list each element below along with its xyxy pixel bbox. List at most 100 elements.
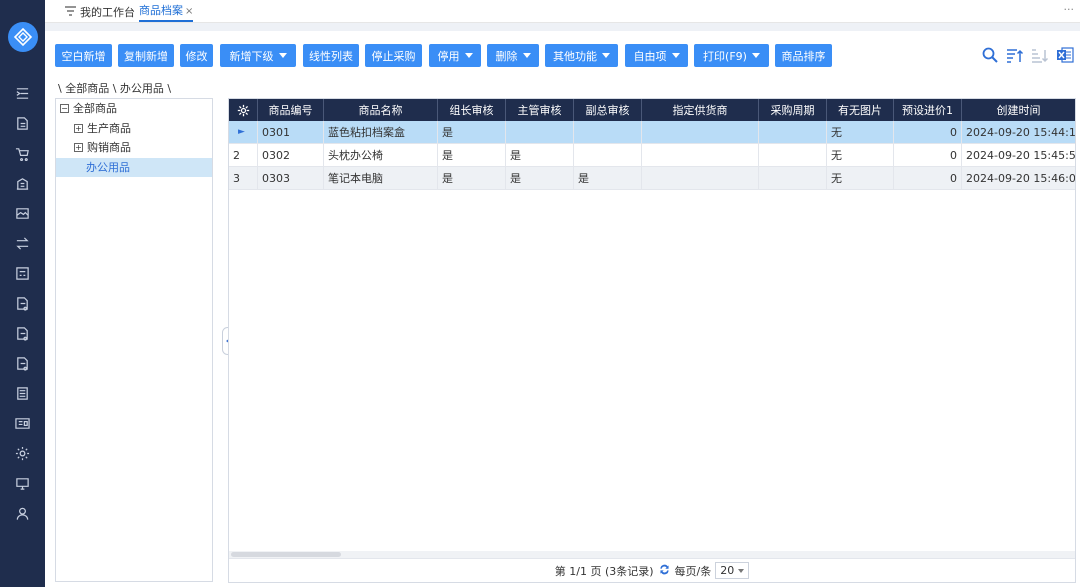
other-functions-dropdown-button[interactable]: 其他功能 [545,44,618,67]
cell-created-time[interactable]: 2024-09-20 15:44:13 [962,121,1075,143]
scrollbar-thumb[interactable] [231,552,341,557]
cell-vp-review[interactable]: 是 [574,167,642,189]
tab-home[interactable]: 我的工作台 [65,4,135,22]
cell-code[interactable]: 0301 [258,121,324,143]
report-icon[interactable] [14,295,31,312]
chevron-down-icon [738,568,745,573]
product-sort-button[interactable]: 商品排序 [775,44,832,67]
table-row[interactable]: 2 0302 头枕办公椅 是 是 无 0 2024-09-20 15:45:55 [229,144,1075,167]
id-card-icon[interactable] [14,415,31,432]
column-header[interactable]: 指定供货商 [642,99,759,121]
cell-supplier[interactable] [642,144,759,166]
cell-leader-review[interactable]: 是 [438,121,506,143]
cell-leader-review[interactable]: 是 [438,144,506,166]
linear-list-button[interactable]: 线性列表 [303,44,359,67]
image-icon[interactable] [14,205,31,222]
cell-created-time[interactable]: 2024-09-20 15:45:55 [962,144,1075,166]
menu-toggle-icon[interactable] [14,85,31,102]
gear-icon[interactable] [14,445,31,462]
add-child-dropdown-button[interactable]: 新增下级 [220,44,296,67]
column-header[interactable]: 采购周期 [759,99,827,121]
column-header[interactable]: 创建时间 [962,99,1075,121]
pagination-footer: 第 1/1 页 (3条记录) 每页/条 20 [229,558,1075,582]
user-icon[interactable] [14,505,31,522]
expand-icon[interactable]: + [74,143,83,152]
building-icon[interactable] [14,175,31,192]
free-items-dropdown-button[interactable]: 自由项 [625,44,688,67]
column-header[interactable]: 主管审核 [506,99,574,121]
cell-code[interactable]: 0302 [258,144,324,166]
print-dropdown-button[interactable]: 打印(F9) [694,44,769,67]
page-size-select[interactable]: 20 [715,562,750,579]
cell-supplier[interactable] [642,121,759,143]
monitor-icon[interactable] [14,475,31,492]
edit-button[interactable]: 修改 [180,44,213,67]
cell-manager-review[interactable]: 是 [506,144,574,166]
column-header[interactable]: 组长审核 [438,99,506,121]
cart-icon[interactable] [14,145,31,162]
product-grid: 商品编号 商品名称 组长审核 主管审核 副总审核 指定供货商 采购周期 有无图片… [228,98,1076,583]
collapse-icon[interactable]: − [60,104,69,113]
table-row[interactable]: 3 0303 笔记本电脑 是 是 是 无 0 2024-09-20 15:46:… [229,167,1075,190]
column-header[interactable]: 有无图片 [827,99,894,121]
cell-name[interactable]: 蓝色粘扣档案盒 [324,121,438,143]
cell-purchase-cycle[interactable] [759,167,827,189]
category-tree: − 全部商品 + 生产商品 + 购销商品 办公用品 [55,98,213,582]
row-index: 2 [229,144,258,166]
column-header[interactable]: 商品编号 [258,99,324,121]
tab-close-icon[interactable]: × [185,6,193,17]
list-icon[interactable] [14,385,31,402]
cell-leader-review[interactable]: 是 [438,167,506,189]
stop-purchase-button[interactable]: 停止采购 [365,44,422,67]
refresh-icon[interactable] [658,563,671,579]
cell-manager-review[interactable]: 是 [506,167,574,189]
column-header[interactable]: 商品名称 [324,99,438,121]
tree-item-office-supplies[interactable]: 办公用品 [56,158,212,177]
transfer-icon[interactable] [14,235,31,252]
blank-new-button[interactable]: 空白新增 [55,44,112,67]
cell-preset-price[interactable]: 0 [894,167,962,189]
chevron-down-icon [602,53,610,58]
column-header[interactable]: 预设进价1 [894,99,962,121]
copy-new-button[interactable]: 复制新增 [118,44,174,67]
column-settings-icon[interactable] [229,99,258,121]
tree-item-production-goods[interactable]: + 生产商品 [56,119,212,138]
more-options-icon[interactable]: ··· [1064,3,1075,16]
cell-preset-price[interactable]: 0 [894,144,962,166]
tab-product-archive[interactable]: 商品档案 × [139,4,194,22]
cell-name[interactable]: 头枕办公椅 [324,144,438,166]
document-icon[interactable] [14,115,31,132]
calculator-icon[interactable] [14,265,31,282]
cell-vp-review[interactable] [574,144,642,166]
cell-has-image[interactable]: 无 [827,121,894,143]
cell-name[interactable]: 笔记本电脑 [324,167,438,189]
search-icon[interactable] [981,46,999,64]
button-label: 打印(F9) [703,49,747,63]
cell-created-time[interactable]: 2024-09-20 15:46:04 [962,167,1075,189]
cell-vp-review[interactable] [574,121,642,143]
cell-preset-price[interactable]: 0 [894,121,962,143]
table-row[interactable]: ► 0301 蓝色粘扣档案盒 是 无 0 2024-09-20 15:44:13 [229,121,1075,144]
sort-up-icon[interactable] [1006,46,1024,64]
tree-item-all-products[interactable]: − 全部商品 [56,99,212,118]
cell-purchase-cycle[interactable] [759,121,827,143]
cell-code[interactable]: 0303 [258,167,324,189]
button-label: 自由项 [633,49,667,63]
report-icon[interactable] [14,355,31,372]
column-header[interactable]: 副总审核 [574,99,642,121]
cell-manager-review[interactable] [506,121,574,143]
cell-supplier[interactable] [642,167,759,189]
cell-has-image[interactable]: 无 [827,144,894,166]
disable-dropdown-button[interactable]: 停用 [429,44,481,67]
button-label: 空白新增 [61,49,106,63]
delete-dropdown-button[interactable]: 删除 [487,44,539,67]
excel-export-icon[interactable] [1056,46,1074,64]
tree-item-trading-goods[interactable]: + 购销商品 [56,138,212,157]
cell-purchase-cycle[interactable] [759,144,827,166]
sort-down-icon[interactable] [1031,46,1049,64]
cell-has-image[interactable]: 无 [827,167,894,189]
app-logo-icon[interactable] [8,22,38,52]
expand-icon[interactable]: + [74,124,83,133]
report-icon[interactable] [14,325,31,342]
horizontal-scrollbar[interactable] [229,551,1075,558]
